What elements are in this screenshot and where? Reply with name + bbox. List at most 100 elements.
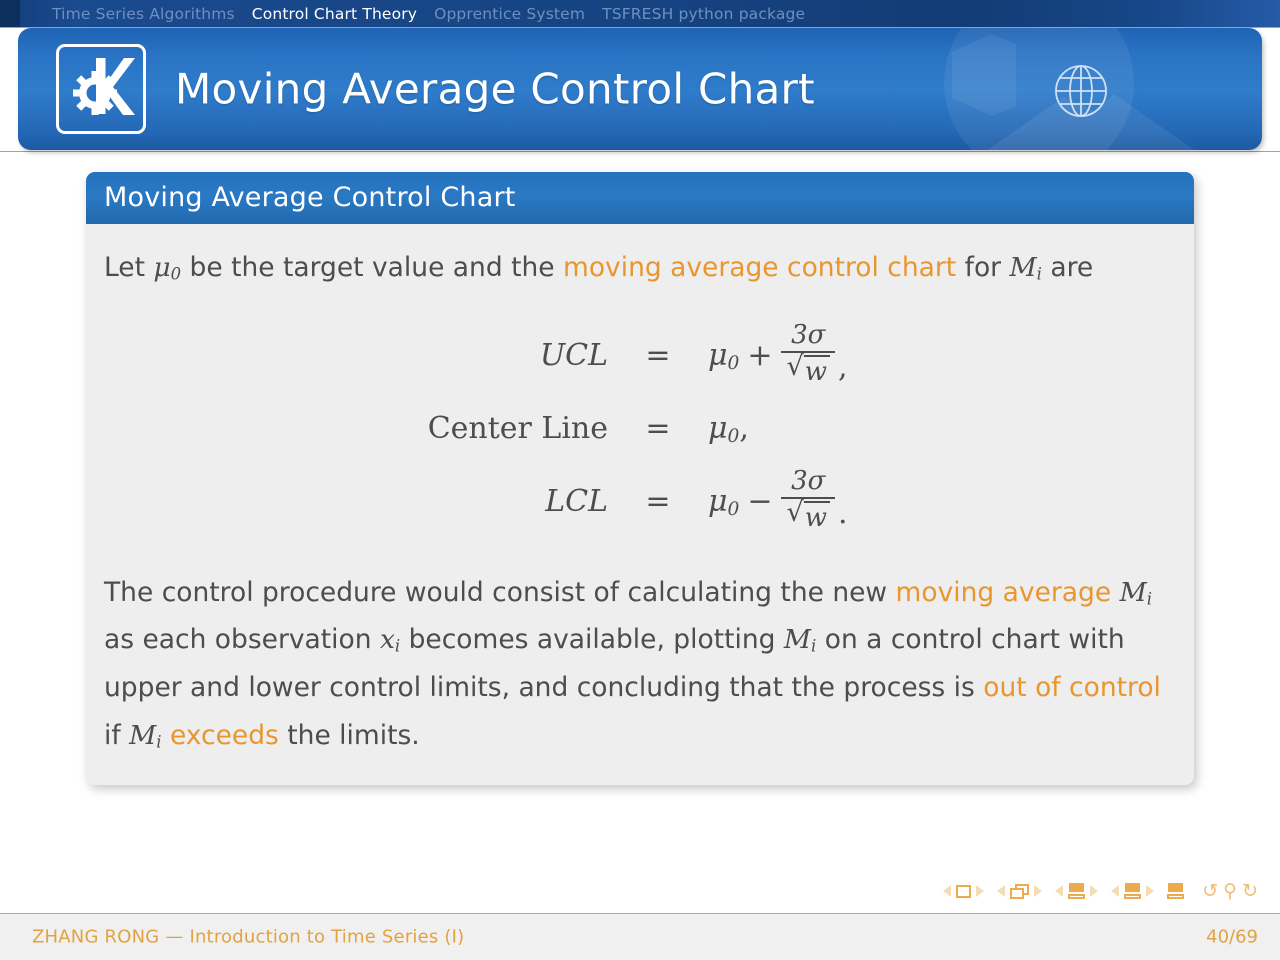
equation-center-line-lhs: Center Line — [427, 411, 608, 447]
navbar-left-spacer — [0, 0, 20, 27]
back-icon[interactable]: ↺ — [1202, 880, 1218, 902]
p2-part3: as each observation — [104, 624, 380, 656]
title-rule-bottom — [0, 151, 1280, 152]
p2-part4: becomes available, plotting — [400, 624, 784, 656]
beginning-doc-icon[interactable] — [1167, 883, 1185, 899]
equation-lcl: LCL = μ0 − 3σ √ w . — [334, 466, 942, 539]
subsection-stack-icon[interactable] — [1010, 883, 1030, 899]
p2-part8: the limits. — [278, 719, 420, 751]
prev-subsection-arrow-icon[interactable] — [997, 885, 1006, 897]
equation-center-line-mu: μ0 — [708, 411, 740, 448]
equation-lcl-mu: μ0 — [708, 484, 740, 521]
p2-part1: The control procedure would consist of c… — [104, 576, 896, 608]
equation-lcl-relation: = — [645, 484, 671, 520]
paragraph-procedure: The control procedure would consist of c… — [104, 569, 1172, 760]
equation-ucl-numerator: 3σ — [791, 320, 826, 351]
equation-ucl-sqrt: √ w — [786, 351, 830, 388]
section-navigation-bar[interactable]: Time Series Algorithms Control Chart The… — [0, 0, 1280, 27]
p2-M1: Mi — [1119, 576, 1152, 609]
equation-lcl-mu-subscript: 0 — [727, 499, 740, 521]
equation-center-line: Center Line = μ0, — [334, 393, 942, 466]
p2-part2 — [1111, 577, 1119, 608]
next-presentation-arrow-icon[interactable] — [1146, 885, 1155, 897]
equation-center-line-rhs: μ0, — [682, 402, 942, 456]
prev-presentation-arrow-icon[interactable] — [1111, 885, 1120, 897]
equation-ucl-denominator: √ w — [781, 353, 834, 388]
frame-navigation-group[interactable] — [943, 884, 985, 898]
equation-ucl-relation: = — [645, 338, 671, 374]
p1-mu: μ0 — [153, 252, 182, 284]
footer-author: ZHANG RONG — Introduction to Time Series… — [32, 926, 465, 948]
nav-item-tsfresh-python-package[interactable]: TSFRESH python package — [602, 5, 805, 23]
content-block: Moving Average Control Chart Let μ0 be t… — [86, 172, 1194, 786]
equation-ucl-mu: μ0 — [708, 338, 740, 375]
prev-section-arrow-icon[interactable] — [1055, 885, 1064, 897]
equation-lcl-sqrt: √ w — [786, 497, 830, 534]
slide: Time Series Algorithms Control Chart The… — [0, 0, 1280, 960]
equation-lcl-lhs: LCL — [545, 484, 608, 520]
p2-M1-subscript: i — [1146, 589, 1152, 609]
subsection-navigation-group[interactable] — [997, 883, 1043, 899]
forward-icon[interactable]: ↻ — [1242, 880, 1258, 902]
radical-sign-icon: √ — [786, 497, 804, 529]
p1-M: Mi — [1009, 252, 1042, 284]
p2-highlight-moving-average: moving average — [895, 576, 1112, 608]
equation-lcl-denominator: √ w — [781, 499, 834, 534]
globe-icon — [1055, 65, 1107, 117]
next-section-arrow-icon[interactable] — [1090, 885, 1099, 897]
equation-ucl-rhs: μ0 + 3σ √ w , — [682, 320, 942, 389]
p2-M2: Mi — [783, 624, 817, 656]
equation-ucl-fraction: 3σ √ w — [781, 320, 835, 388]
equation-lcl-numerator: 3σ — [791, 466, 826, 497]
p2-highlight-out-of-control: out of control — [983, 672, 1161, 704]
footer-page-number: 40/69 — [1206, 926, 1258, 948]
navbar-right-gradient — [960, 0, 1280, 27]
equation-lcl-fraction: 3σ √ w — [781, 466, 835, 534]
kde-gear-k-logo-icon — [56, 44, 146, 134]
paragraph-definition: Let μ0 be the target value and the movin… — [104, 244, 1172, 292]
block-body: Let μ0 be the target value and the movin… — [86, 224, 1194, 786]
block-title: Moving Average Control Chart — [86, 172, 1194, 224]
section-doc-icon[interactable] — [1068, 883, 1086, 899]
search-icon[interactable]: ⚲ — [1223, 880, 1237, 902]
equation-ucl-operator: + — [747, 338, 773, 374]
p2-M3-subscript: i — [156, 732, 162, 752]
control-limit-equations: UCL = μ0 + 3σ √ w , Center Line = μ0 , L… — [104, 320, 1172, 539]
equation-lcl-operator: − — [747, 484, 773, 520]
frame-box-icon[interactable] — [956, 884, 972, 898]
nav-item-opprentice-system[interactable]: Opprentice System — [434, 5, 585, 23]
equation-lcl-rhs: μ0 − 3σ √ w . — [682, 466, 942, 535]
p2-x1: xi — [379, 624, 401, 656]
p1-part3: for — [956, 252, 1010, 283]
p2-M3: Mi — [129, 719, 162, 752]
p1-part4: are — [1041, 252, 1094, 283]
equation-center-line-mu-subscript: 0 — [727, 426, 740, 448]
presentation-navigation-group[interactable] — [1111, 883, 1155, 899]
next-frame-arrow-icon[interactable] — [976, 885, 985, 897]
equation-lcl-punct: . — [837, 496, 848, 532]
equation-ucl-mu-subscript: 0 — [727, 353, 740, 375]
p1-mu-subscript: 0 — [170, 264, 182, 284]
presentation-doc-icon[interactable] — [1124, 883, 1142, 899]
equation-ucl-sqrt-arg: w — [803, 355, 830, 388]
equation-center-line-punct: , — [739, 411, 749, 447]
beginning-doc-group[interactable] — [1167, 883, 1185, 899]
nav-item-control-chart-theory[interactable]: Control Chart Theory — [252, 5, 417, 23]
prev-frame-arrow-icon[interactable] — [943, 885, 952, 897]
p1-part2: be the target value and the — [181, 252, 563, 283]
p2-part7 — [162, 720, 170, 751]
equation-ucl-lhs: UCL — [539, 338, 608, 374]
p2-highlight-exceeds: exceeds — [169, 719, 279, 751]
next-subsection-arrow-icon[interactable] — [1034, 885, 1043, 897]
footer-bar: ZHANG RONG — Introduction to Time Series… — [0, 913, 1280, 960]
nav-item-time-series-algorithms[interactable]: Time Series Algorithms — [52, 5, 235, 23]
equation-ucl-punct: , — [837, 350, 848, 386]
p1-part1: Let — [104, 252, 154, 283]
equation-center-line-relation: = — [645, 411, 671, 447]
equation-lcl-sqrt-arg: w — [803, 501, 830, 534]
beamer-navigation-symbols[interactable]: ↺ ⚲ ↻ — [943, 880, 1258, 902]
p2-part6: if — [104, 719, 130, 751]
page-title: Moving Average Control Chart — [175, 64, 815, 114]
section-navigation-group[interactable] — [1055, 883, 1099, 899]
radical-sign-icon: √ — [786, 351, 804, 383]
